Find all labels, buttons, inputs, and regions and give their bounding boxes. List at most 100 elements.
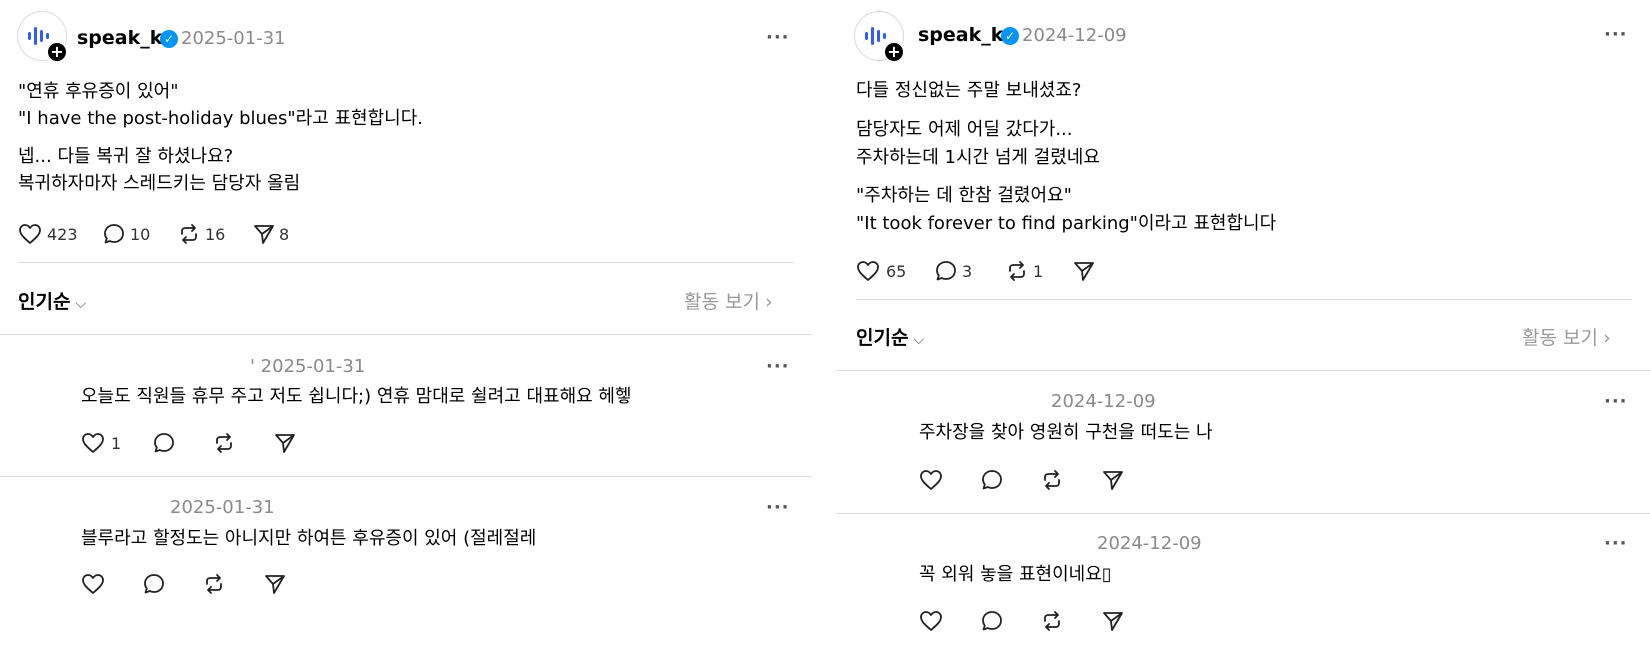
post-text-line: 넵... 다들 복귀 잘 하셨나요? [18,146,234,167]
repost-button[interactable] [203,573,225,599]
follow-plus-icon[interactable]: + [883,41,905,63]
thread-panel-left: + speak_kr ✓ 2025-01-31 ··· "연휴 후유증이 있어"… [0,0,812,649]
comment-button[interactable] [981,469,1003,495]
heart-icon [920,611,942,631]
comment-icon [144,574,164,594]
like-button[interactable] [919,610,943,636]
repost-count: 16 [205,225,226,244]
share-icon [254,225,274,244]
post-text-line: "연휴 후유증이 있어" [18,81,179,102]
sort-dropdown[interactable]: 인기순 ⌵ [18,287,86,314]
sort-label: 인기순 [856,327,909,349]
comment-icon [936,261,956,281]
like-button[interactable] [919,469,943,495]
post-text-line: "주차하는 데 한참 걸렸어요" [856,185,1072,206]
chevron-right-icon: › [765,291,773,313]
reply-text: 블루라고 할정도는 아니지만 하여튼 후유증이 있어 (절레절레 [81,528,537,549]
reply-text: 오늘도 직원들 휴무 주고 저도 쉽니다;) 연휴 맘대로 쉴려고 대표해요 헤… [81,386,632,407]
sort-label: 인기순 [18,291,71,313]
repost-icon [1044,611,1060,631]
share-icon [1074,262,1094,281]
divider [18,262,794,263]
repost-button[interactable] [1041,469,1063,495]
verified-badge-icon: ✓ [1001,27,1019,45]
verified-badge-icon: ✓ [160,30,178,48]
chevron-right-icon: › [1603,327,1611,349]
share-icon [265,575,285,594]
heart-icon [19,224,41,244]
like-button[interactable] [81,573,105,599]
reply-date[interactable]: 2024-12-09 [1051,391,1156,412]
more-options-button[interactable]: ··· [1604,391,1628,412]
post-date[interactable]: 2024-12-09 [1022,25,1127,46]
repost-icon [216,433,232,453]
like-count: 65 [886,262,907,281]
share-icon [1103,471,1123,490]
repost-button[interactable] [213,432,235,458]
author-name[interactable]: speak_kr [918,24,1013,46]
activity-link[interactable]: 활동 보기 › [684,287,773,314]
more-options-button[interactable]: ··· [1604,533,1628,554]
divider [0,334,812,335]
post-text-line: "It took forever to find parking"이라고 표현합… [856,213,1277,234]
heart-icon [920,470,942,490]
comment-icon [982,611,1002,631]
follow-plus-icon[interactable]: + [46,41,68,63]
more-options-button[interactable]: ··· [766,27,790,48]
thread-panel-right: + speak_kr ✓ 2024-12-09 ··· 다들 정신없는 주말 보… [836,0,1650,649]
comment-count: 10 [130,225,151,244]
chevron-down-icon: ⌵ [913,332,925,348]
comment-icon [104,224,124,244]
share-button[interactable] [274,432,296,458]
repost-icon [1044,470,1060,490]
author-name[interactable]: speak_kr [77,27,172,49]
repost-count: 1 [1033,262,1044,281]
post-text-line: 담당자도 어제 어딜 갔다가... [856,119,1073,140]
post-date[interactable]: 2025-01-31 [181,28,286,49]
like-count: 423 [47,225,78,244]
divider [0,476,812,477]
reply-date[interactable]: 2024-12-09 [1097,533,1202,554]
comment-icon [154,433,174,453]
post-text-line: "I have the post-holiday blues"라고 표현합니다. [18,108,424,129]
avatar[interactable]: + [854,11,905,63]
comment-count: 3 [962,262,973,281]
post-text-line: 주차하는데 1시간 넘게 걸렸네요 [856,147,1100,168]
heart-icon [857,261,879,281]
reply-date[interactable]: ' 2025-01-31 [250,356,365,377]
share-button[interactable] [264,573,286,599]
post-text-line: 복귀하자마자 스레드키는 담당자 올림 [18,173,301,194]
activity-label: 활동 보기 [1522,327,1598,349]
divider [836,513,1650,514]
reply-date[interactable]: 2025-01-31 [170,497,275,518]
avatar[interactable]: + [17,11,68,63]
heart-icon [82,574,104,594]
reply-text: 꼭 외워 놓을 표현이네요▯ [919,564,1112,585]
share-button[interactable] [1102,610,1124,636]
more-options-button[interactable]: ··· [766,497,790,518]
heart-icon [82,433,104,453]
activity-link[interactable]: 활동 보기 › [1522,323,1611,350]
share-icon [275,434,295,453]
like-count: 1 [111,434,122,453]
post-text-line: 다들 정신없는 주말 보내셨죠? [856,80,1082,101]
repost-icon [181,224,197,244]
repost-button[interactable] [1041,610,1063,636]
chevron-down-icon: ⌵ [75,296,87,312]
more-options-button[interactable]: ··· [766,356,790,377]
repost-icon [206,574,222,594]
share-icon [1103,612,1123,631]
comment-button[interactable] [153,432,175,458]
activity-label: 활동 보기 [684,291,760,313]
divider [836,370,1650,371]
more-options-button[interactable]: ··· [1604,24,1628,45]
divider [856,299,1632,300]
reply-text: 주차장을 찾아 영원히 구천을 떠도는 나 [919,422,1213,443]
comment-button[interactable] [981,610,1003,636]
sort-dropdown[interactable]: 인기순 ⌵ [856,323,924,350]
comment-icon [982,470,1002,490]
comment-button[interactable] [143,573,165,599]
repost-icon [1009,261,1025,281]
share-count: 8 [279,225,290,244]
share-button[interactable] [1102,469,1124,495]
